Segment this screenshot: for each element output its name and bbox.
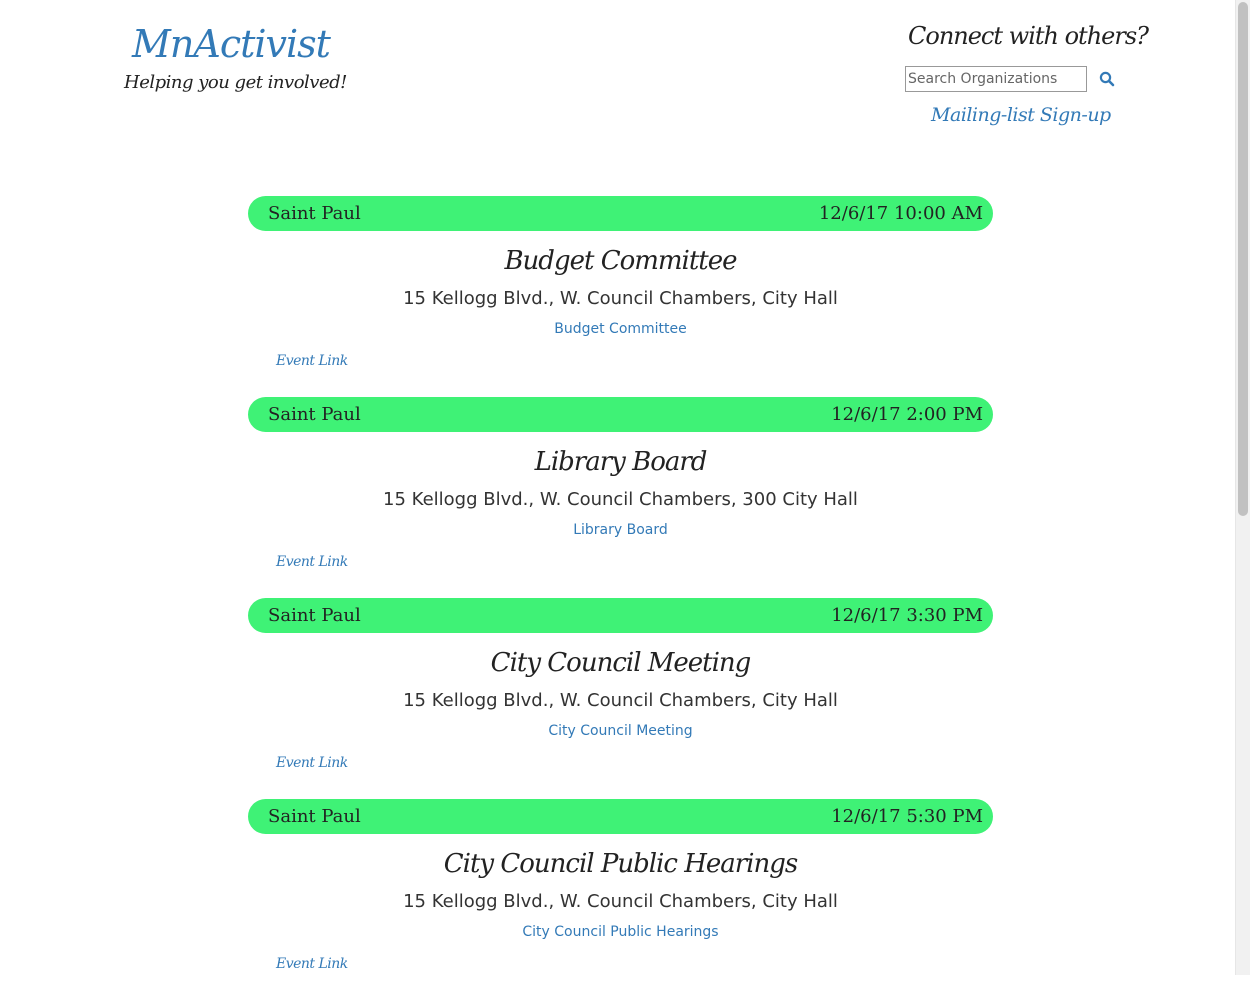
event-address: 15 Kellogg Blvd., W. Council Chambers, C… — [403, 891, 838, 912]
event-link[interactable]: Event Link — [276, 554, 348, 570]
event-header-bar: Saint Paul 12/6/17 3:30 PM — [248, 598, 993, 633]
event-item: Saint Paul 12/6/17 2:00 PM Library Board… — [248, 397, 993, 598]
event-title: City Council Public Hearings — [443, 849, 798, 879]
event-datetime: 12/6/17 5:30 PM — [831, 806, 983, 827]
connect-heading: Connect with others? — [908, 22, 1149, 50]
site-logo[interactable]: MnActivist — [132, 22, 331, 66]
search-organizations-input[interactable] — [905, 66, 1087, 92]
event-item: Saint Paul 12/6/17 3:30 PM City Council … — [248, 598, 993, 799]
event-organization: Budget Committee — [248, 321, 993, 337]
event-address: 15 Kellogg Blvd., W. Council Chambers, C… — [403, 288, 838, 309]
mailing-list-signup-link[interactable]: Mailing-list Sign-up — [931, 104, 1111, 126]
event-city: Saint Paul — [268, 203, 361, 224]
event-organization-link[interactable]: Library Board — [573, 522, 668, 538]
event-title: Budget Committee — [504, 246, 737, 276]
event-link[interactable]: Event Link — [276, 956, 348, 972]
event-title: City Council Meeting — [490, 648, 752, 678]
site-tagline: Helping you get involved! — [124, 72, 347, 93]
event-organization-link[interactable]: City Council Public Hearings — [522, 924, 718, 940]
event-organization-link[interactable]: Budget Committee — [554, 321, 687, 337]
search-button[interactable] — [1099, 70, 1115, 88]
event-item: Saint Paul 12/6/17 10:00 AM Budget Commi… — [248, 196, 993, 397]
event-city: Saint Paul — [268, 605, 361, 626]
search-icon — [1099, 71, 1115, 87]
event-address: 15 Kellogg Blvd., W. Council Chambers, 3… — [383, 489, 858, 510]
event-datetime: 12/6/17 3:30 PM — [831, 605, 983, 626]
event-header-bar: Saint Paul 12/6/17 2:00 PM — [248, 397, 993, 432]
event-organization: City Council Meeting — [248, 723, 993, 739]
event-list: Saint Paul 12/6/17 10:00 AM Budget Commi… — [248, 196, 993, 1000]
event-organization: Library Board — [248, 522, 993, 538]
event-title: Library Board — [534, 447, 708, 477]
scrollbar-thumb[interactable] — [1238, 2, 1248, 516]
event-datetime: 12/6/17 10:00 AM — [818, 203, 983, 224]
event-city: Saint Paul — [268, 404, 361, 425]
event-organization-link[interactable]: City Council Meeting — [548, 723, 692, 739]
event-link[interactable]: Event Link — [276, 755, 348, 771]
event-address: 15 Kellogg Blvd., W. Council Chambers, C… — [403, 690, 838, 711]
event-organization: City Council Public Hearings — [248, 924, 993, 940]
event-city: Saint Paul — [268, 806, 361, 827]
event-item: Saint Paul 12/6/17 5:30 PM City Council … — [248, 799, 993, 1000]
event-link[interactable]: Event Link — [276, 353, 348, 369]
page-scrollbar[interactable] — [1235, 0, 1250, 975]
event-datetime: 12/6/17 2:00 PM — [831, 404, 983, 425]
event-header-bar: Saint Paul 12/6/17 5:30 PM — [248, 799, 993, 834]
event-header-bar: Saint Paul 12/6/17 10:00 AM — [248, 196, 993, 231]
